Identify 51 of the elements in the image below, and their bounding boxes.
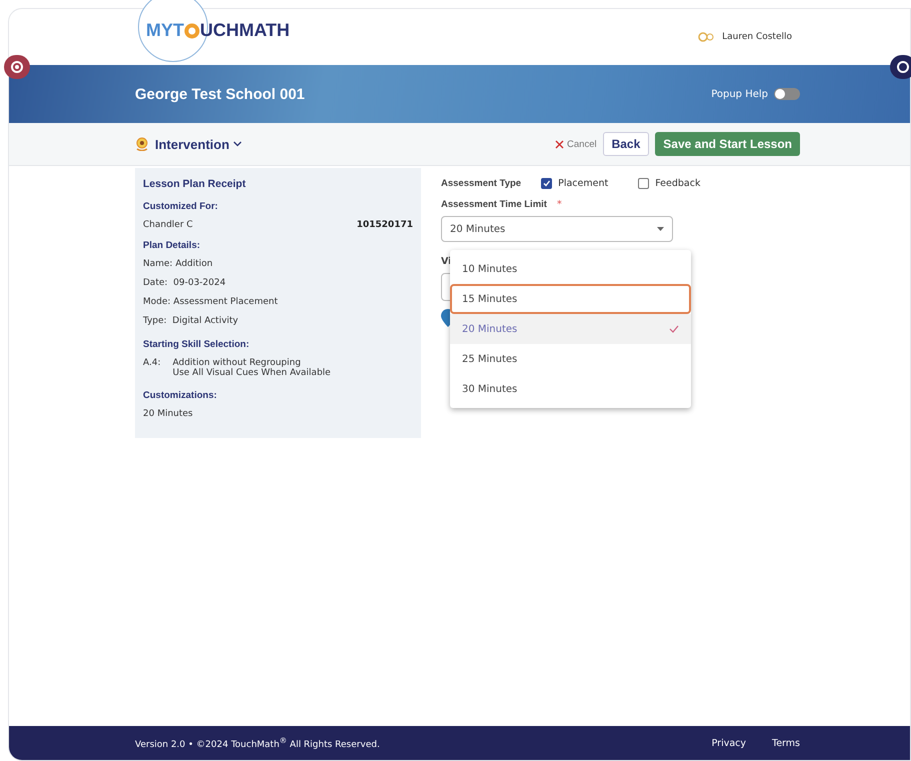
dropdown-option[interactable]: 10 Minutes — [450, 254, 691, 284]
detail-text: Mode: Assessment Placement — [143, 297, 279, 307]
check-icon — [669, 325, 679, 333]
side-tab[interactable] — [4, 55, 30, 79]
detail-text: 20 Minutes — [143, 409, 194, 419]
skill-text: Addition without Regrouping — [172, 358, 302, 368]
module-icon — [135, 137, 149, 151]
time-limit-select[interactable]: 20 Minutes — [441, 216, 673, 242]
dropdown-option[interactable]: 15 Minutes — [450, 284, 691, 314]
student-id: 101520171 — [356, 220, 413, 230]
popup-help-label: Popup Help — [711, 88, 768, 100]
target-icon — [10, 60, 24, 74]
school-name: George Test School 001 — [135, 86, 305, 102]
anniversary-icon — [698, 32, 716, 42]
caret-icon — [657, 227, 664, 231]
ring-icon — [896, 60, 910, 74]
detail-text: Type: Digital Activity — [143, 316, 240, 326]
user-name[interactable]: Lauren Costello — [722, 32, 792, 42]
field-label: Assessment Time Limit — [441, 199, 547, 210]
dropdown-option[interactable]: 25 Minutes — [450, 344, 691, 374]
dropdown-option[interactable]: 30 Minutes — [450, 374, 691, 404]
back-button[interactable]: Back — [602, 132, 650, 156]
field-label: Assessment Type — [441, 178, 522, 189]
detail-text: Name: Addition — [143, 259, 214, 269]
checkbox[interactable] — [541, 178, 552, 189]
receipt-title: Lesson Plan Receipt — [143, 178, 247, 190]
logo-coin-icon — [184, 22, 200, 38]
module-dropdown[interactable]: Intervention — [155, 136, 242, 152]
dropdown-option[interactable]: 20 Minutes — [450, 314, 691, 344]
section-heading: Plan Details: — [143, 240, 202, 251]
close-icon — [555, 140, 564, 148]
section-heading: Starting Skill Selection: — [143, 339, 250, 350]
section-heading: Customized For: — [143, 201, 219, 212]
required-mark: * — [556, 199, 562, 210]
section-heading: Customizations: — [143, 390, 218, 401]
popup-help-toggle[interactable] — [774, 88, 800, 100]
logo-text: MYT — [146, 20, 184, 41]
skill-code: A.4: — [143, 358, 161, 370]
checkbox[interactable] — [638, 178, 650, 189]
detail-text: Date: 09-03-2024 — [143, 278, 227, 288]
cancel-button[interactable]: Cancel — [555, 138, 597, 150]
student-name: Chandler C — [143, 220, 193, 230]
checkbox-label: Feedback — [655, 178, 700, 189]
footer-link[interactable]: Privacy — [712, 738, 746, 748]
chevron-down-icon — [233, 141, 242, 147]
copyright-text: Version 2.0 • ©2024 TouchMath$^{®}$ All Rights Reserved. — [135, 736, 380, 750]
skill-text: Use All Visual Cues When Available — [172, 368, 331, 378]
checkbox-label: Placement — [558, 178, 608, 189]
logo-text: UCHMATH — [200, 20, 290, 41]
save-and-start-button[interactable]: Save and Start Lesson — [655, 132, 800, 156]
footer-link[interactable]: Terms — [772, 738, 800, 748]
